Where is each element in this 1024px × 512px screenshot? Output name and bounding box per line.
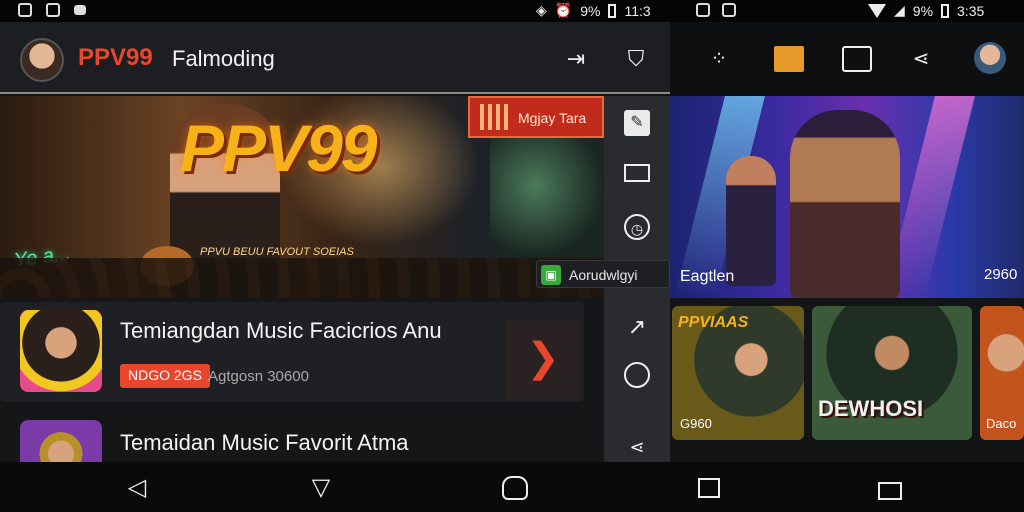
battery-percent: 9% xyxy=(912,2,934,19)
edit-icon[interactable]: ✎ xyxy=(624,110,650,136)
singer-image xyxy=(790,110,900,298)
battery-percent: 9% xyxy=(580,2,601,19)
app-header: PPV99 Falmoding ⇥ ⛉ xyxy=(0,22,670,94)
clock: 3:35 xyxy=(957,2,985,19)
signal-icon: ◢ xyxy=(894,2,905,18)
list-item-title[interactable]: Temiangdan Music Facicrios Anu xyxy=(120,318,442,344)
battery-icon xyxy=(608,3,617,18)
rotate-icon[interactable] xyxy=(878,482,902,500)
avatar[interactable] xyxy=(20,38,64,82)
app-icon: ▣ xyxy=(541,265,561,285)
clock: 11:3 xyxy=(624,2,651,19)
shield-icon[interactable]: ⛉ xyxy=(622,46,650,72)
hero-badge[interactable]: Mgjay Tara xyxy=(468,96,604,138)
hero-stage xyxy=(490,138,604,258)
hero-label: 2960 xyxy=(984,266,1018,283)
list-item-thumbnail[interactable] xyxy=(20,420,102,462)
square-icon[interactable] xyxy=(698,478,720,498)
card-subtitle: Daco xyxy=(986,416,1017,431)
list-item-tag: NDGO 2GS xyxy=(120,364,210,388)
box-icon[interactable] xyxy=(842,46,872,72)
status-indicators-left: ◈ ⏰ 9% 11:3 xyxy=(536,2,651,19)
status-left-icons-b xyxy=(696,3,736,17)
list-item-thumbnail[interactable] xyxy=(20,310,102,392)
right-top-bar: ⁘ ⋖ xyxy=(670,22,1024,96)
recents-icon[interactable] xyxy=(502,476,528,500)
notification-icon xyxy=(74,5,86,15)
arrow-icon[interactable]: ↗ xyxy=(624,314,650,340)
back-icon[interactable]: ◁ xyxy=(124,476,150,500)
avatar[interactable] xyxy=(974,42,1006,74)
home-icon[interactable]: ▽ xyxy=(308,476,334,500)
crowd-image xyxy=(0,258,604,298)
notification-icon xyxy=(18,3,32,17)
card-subtitle: G960 xyxy=(680,416,712,431)
clock-icon[interactable]: ◷ xyxy=(624,214,650,240)
wifi-icon xyxy=(868,3,886,18)
nav-bar: ◁ ▽ xyxy=(0,462,1024,512)
status-indicators-right: ◢ 9% 3:35 xyxy=(868,2,984,19)
hero-logo: PPV99 xyxy=(180,111,377,185)
share-icon[interactable]: ⋖ xyxy=(906,46,936,72)
export-icon[interactable]: ⇥ xyxy=(562,46,590,72)
toast-chip[interactable]: ▣ Aorudwlgyi xyxy=(536,260,670,288)
toast-text: Aorudwlgyi xyxy=(569,267,638,283)
brand-logo: PPV99 xyxy=(78,44,153,71)
list-item-meta: Agtgosn 30600 xyxy=(208,368,309,385)
circle-icon[interactable] xyxy=(624,362,650,388)
status-left-icons xyxy=(18,3,86,17)
status-bar: ◈ ⏰ 9% 11:3 ◢ 9% 3:35 xyxy=(0,0,1024,22)
hero-label: Eagtlen xyxy=(680,268,735,285)
notification-icon xyxy=(722,3,736,17)
location-icon: ◈ xyxy=(536,2,547,18)
guitarist-image xyxy=(726,156,776,286)
battery-icon xyxy=(941,3,950,18)
notification-icon xyxy=(46,3,60,17)
page-title: Falmoding xyxy=(172,46,275,71)
card-title: DEWHOSI xyxy=(818,396,924,421)
list-item-title[interactable]: Temaidan Music Favorit Atma xyxy=(120,430,409,456)
dots-icon[interactable]: ⁘ xyxy=(704,46,734,72)
notification-icon xyxy=(696,3,710,17)
card-title: PPVIAAS xyxy=(678,314,749,331)
hero-tagline: PPVU BEUU FAVOUT SOEIAS xyxy=(200,246,354,258)
folder-icon[interactable] xyxy=(774,46,804,72)
alarm-icon: ⏰ xyxy=(554,2,573,18)
share-icon[interactable]: ⋖ xyxy=(624,434,650,460)
chevron-right-icon[interactable]: ❯ xyxy=(506,320,580,400)
window-icon[interactable] xyxy=(624,164,650,182)
